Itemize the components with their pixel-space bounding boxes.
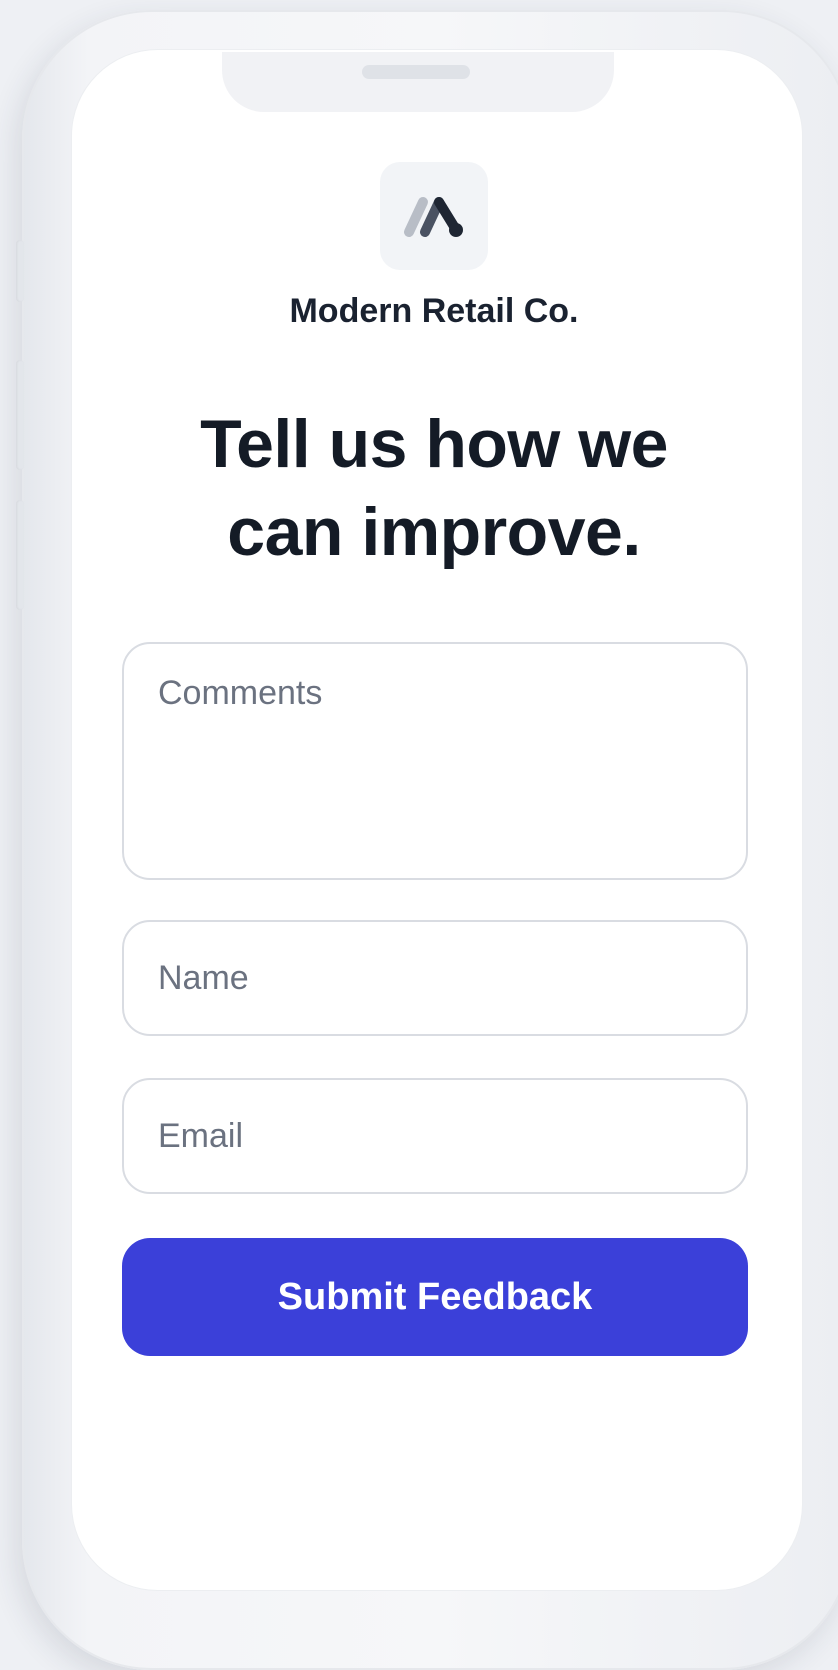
brand-logo-icon [404,197,463,237]
name-field[interactable] [122,920,748,1036]
email-field[interactable] [122,1078,748,1194]
phone-speaker [362,65,470,79]
page-title-text: Tell us how we can improve. [200,406,668,570]
phone-notch [222,52,614,112]
comments-field[interactable] [122,642,748,880]
brand-logo [380,162,488,270]
submit-feedback-button[interactable]: Submit Feedback [122,1238,748,1356]
brand-name: Modern Retail Co. [289,292,579,330]
page-title: Tell us how we can improve. [0,400,838,576]
